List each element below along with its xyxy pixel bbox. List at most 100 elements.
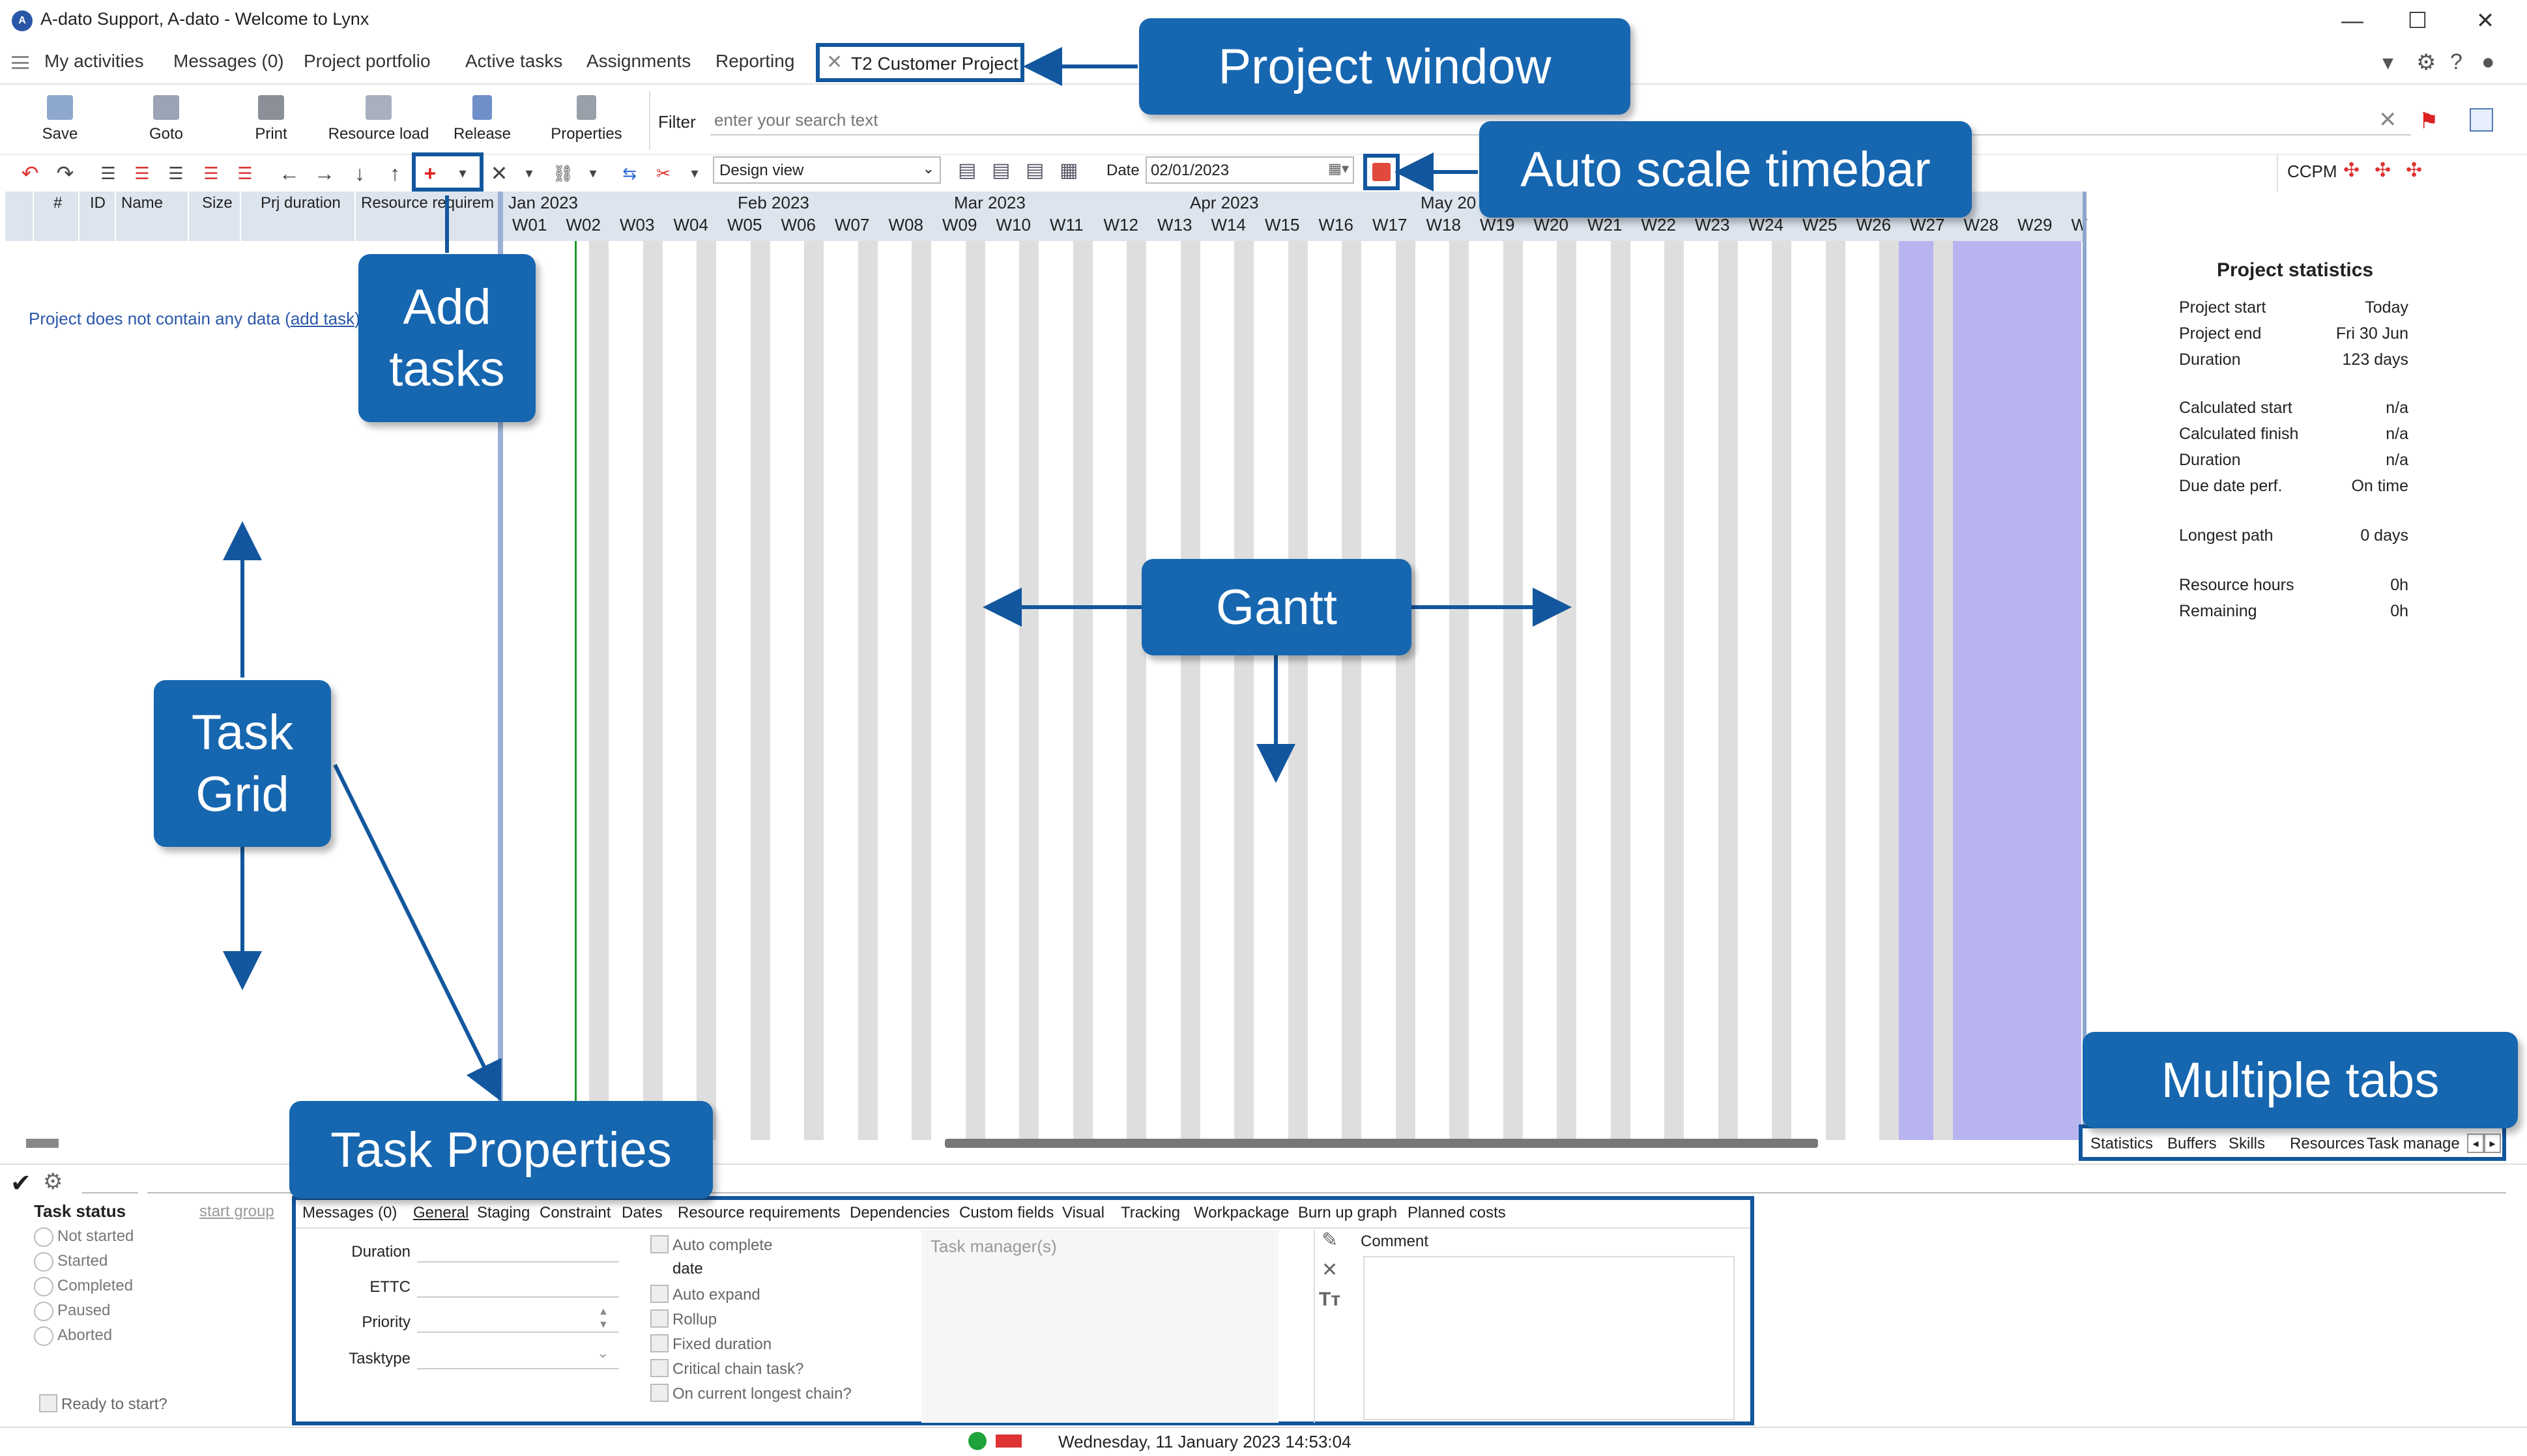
tab-skills[interactable]: Skills (2229, 1135, 2265, 1153)
redo-icon[interactable]: ↷ (52, 159, 78, 188)
edit-pencil-icon[interactable]: ✎ (1321, 1229, 1338, 1251)
menu-my-activities[interactable]: My activities (44, 51, 143, 72)
start-group-link[interactable]: start group (199, 1203, 274, 1221)
help-icon[interactable]: ? (2450, 50, 2462, 75)
minimize-button[interactable]: — (2333, 7, 2372, 35)
link-icon[interactable]: ⛓ (550, 159, 576, 188)
tab-statistics[interactable]: Statistics (2090, 1135, 2153, 1153)
zoom-out-icon[interactable]: ▤ (992, 159, 1010, 182)
tab-scroll-right-icon[interactable]: ▸ (2484, 1134, 2501, 1153)
auto-complete-checkbox[interactable] (650, 1235, 669, 1253)
tasktype-select[interactable] (417, 1345, 619, 1369)
maximize-button[interactable]: ☐ (2398, 7, 2437, 35)
close-tab-icon[interactable]: ✕ (826, 51, 843, 74)
tab-general[interactable]: General (413, 1204, 469, 1222)
delete-icon[interactable]: ✕ (486, 159, 512, 188)
tab-visual[interactable]: Visual (1062, 1204, 1105, 1222)
col-name[interactable]: Name (121, 192, 163, 241)
calendar-grid-icon[interactable]: ▦ (1060, 159, 1078, 182)
menu-assignments[interactable]: Assignments (586, 51, 691, 72)
duration-input[interactable] (417, 1238, 619, 1263)
status-radio-paused[interactable] (34, 1302, 53, 1321)
unlink-dropdown-icon[interactable]: ▾ (682, 159, 708, 188)
critical-chain-checkbox[interactable] (650, 1359, 669, 1377)
tab-messages[interactable]: Messages (0) (302, 1204, 397, 1222)
ccpm-tool-1-icon[interactable]: ✣ (2343, 159, 2360, 182)
schedule-icon[interactable]: ⇆ (616, 159, 643, 188)
delete-dropdown-icon[interactable]: ▾ (516, 159, 542, 188)
tab-staging[interactable]: Staging (477, 1204, 530, 1222)
text-format-icon[interactable]: Tт (1319, 1289, 1340, 1311)
gantt-horizontal-scrollbar[interactable] (945, 1139, 1818, 1148)
ready-to-start-checkbox[interactable] (39, 1394, 57, 1412)
comment-textarea[interactable] (1363, 1256, 1735, 1420)
tab-resource-requirements[interactable]: Resource requirements (678, 1204, 840, 1222)
tab-tracking[interactable]: Tracking (1121, 1204, 1180, 1222)
outdent-icon[interactable]: ☰ (129, 159, 155, 188)
print-button[interactable]: Print (252, 95, 291, 143)
col-resource-requirements[interactable]: Resource requirem (361, 192, 498, 241)
checkmark-icon[interactable]: ✔ (10, 1169, 31, 1198)
tab-custom-fields[interactable]: Custom fields (959, 1204, 1054, 1222)
task-id-input[interactable] (82, 1167, 138, 1193)
release-button[interactable]: Release (450, 95, 515, 143)
tab-constraint[interactable]: Constraint (540, 1204, 611, 1222)
tab-workpackage[interactable]: Workpackage (1194, 1204, 1289, 1222)
status-radio-completed[interactable] (34, 1277, 53, 1296)
expand-icon[interactable]: ☰ (198, 159, 224, 188)
link-dropdown-icon[interactable]: ▾ (580, 159, 606, 188)
menu-project-portfolio[interactable]: Project portfolio (304, 51, 431, 72)
tab-resources[interactable]: Resources (2290, 1135, 2365, 1153)
priority-stepper[interactable] (417, 1308, 619, 1333)
tab-scroll-left-icon[interactable]: ◂ (2467, 1134, 2484, 1153)
col-size[interactable]: Size (202, 192, 233, 241)
gantt-chart[interactable] (503, 241, 2084, 1140)
menu-messages[interactable]: Messages (0) (173, 51, 284, 72)
longest-chain-checkbox[interactable] (650, 1384, 669, 1402)
fixed-duration-checkbox[interactable] (650, 1334, 669, 1352)
unlink-icon[interactable]: ✂ (650, 159, 676, 188)
fit-icon[interactable]: ▤ (1026, 159, 1044, 182)
auto-scale-timebar-button[interactable] (1363, 154, 1400, 190)
move-down-icon[interactable]: ↓ (347, 159, 373, 188)
collapse-icon[interactable]: ☰ (163, 159, 189, 188)
menu-reporting[interactable]: Reporting (715, 51, 794, 72)
gantt-stats-splitter[interactable] (2083, 192, 2087, 1140)
task-managers-box[interactable] (921, 1230, 1278, 1423)
tab-burn-up-graph[interactable]: Burn up graph (1298, 1204, 1397, 1222)
move-left-icon[interactable]: ← (276, 159, 302, 188)
ccpm-tool-2-icon[interactable]: ✣ (2375, 159, 2391, 182)
tab-task-manager[interactable]: Task manage (2367, 1135, 2464, 1153)
ettc-input[interactable] (417, 1273, 619, 1298)
tab-planned-costs[interactable]: Planned costs (1408, 1204, 1506, 1222)
save-button[interactable]: Save (40, 95, 79, 143)
move-up-icon[interactable]: ↑ (382, 159, 408, 188)
move-right-icon[interactable]: → (311, 159, 338, 188)
clear-icon[interactable]: ✕ (1321, 1259, 1338, 1281)
view-select[interactable]: Design view ⌄ (713, 156, 941, 184)
menu-active-tasks[interactable]: Active tasks (465, 51, 562, 72)
tab-dates[interactable]: Dates (622, 1204, 663, 1222)
ccpm-tool-3-icon[interactable]: ✣ (2406, 159, 2422, 182)
date-input[interactable]: 02/01/2023 ▦▾ (1146, 156, 1354, 184)
list-icon[interactable]: ☰ (232, 159, 258, 188)
properties-button[interactable]: Properties (547, 95, 626, 143)
stepper-arrows-icon[interactable]: ▲ ▼ (598, 1306, 609, 1332)
report-icon[interactable] (2470, 108, 2493, 132)
close-window-button[interactable]: ✕ (2466, 7, 2505, 35)
indent-icon[interactable]: ☰ (95, 159, 121, 188)
settings-icon[interactable]: ⚙ (43, 1169, 63, 1195)
tab-project-window[interactable]: ✕ T2 Customer Project (816, 43, 1024, 82)
zoom-in-icon[interactable]: ▤ (958, 159, 976, 182)
calendar-icon[interactable]: ▦▾ (1328, 160, 1349, 177)
resource-load-button[interactable]: Resource load (323, 95, 434, 143)
settings-gear-icon[interactable]: ⚙ (2416, 50, 2436, 76)
rollup-checkbox[interactable] (650, 1309, 669, 1328)
col-id[interactable]: ID (90, 192, 106, 241)
col-number[interactable]: # (53, 192, 62, 241)
col-prj-duration[interactable]: Prj duration (261, 192, 341, 241)
status-radio-aborted[interactable] (34, 1326, 53, 1346)
user-icon[interactable]: ● (2481, 50, 2495, 75)
grid-scrollbar[interactable] (26, 1139, 59, 1148)
auto-expand-checkbox[interactable] (650, 1285, 669, 1303)
